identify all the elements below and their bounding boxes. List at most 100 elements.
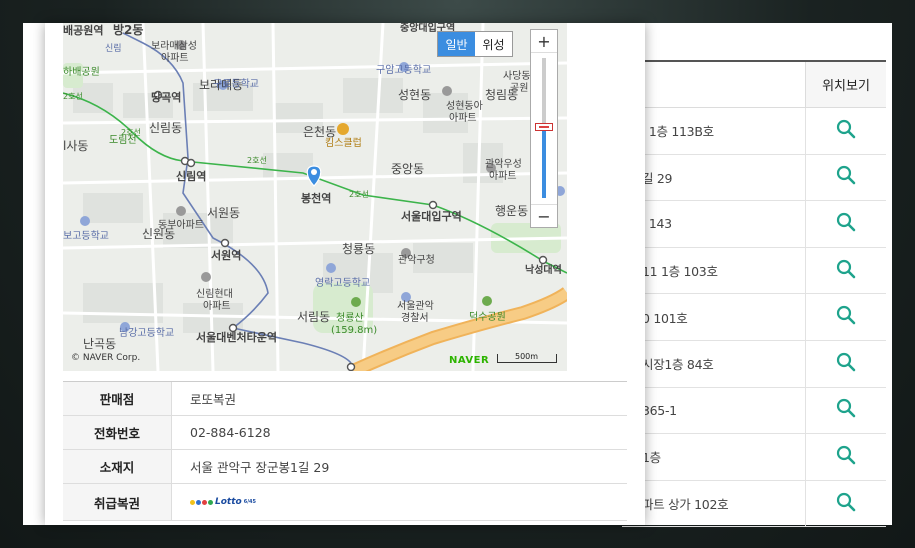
zoom-slider-handle[interactable] — [535, 123, 553, 131]
map-label: 킴스클럽 — [325, 137, 362, 149]
info-value: Lotto 6/45 — [172, 484, 627, 520]
map-label: 배공원역 — [63, 23, 103, 37]
map-type-normal-button[interactable]: 일반 — [438, 32, 475, 56]
map-label: 행운동 — [495, 203, 528, 218]
map-label: 2호선 — [121, 128, 141, 137]
zoom-control[interactable]: + − — [530, 29, 558, 228]
lotto-logo-sub: 6/45 — [243, 499, 256, 505]
map-label: (159.8m) — [331, 325, 377, 336]
map-type-satellite-button[interactable]: 위성 — [475, 32, 512, 56]
map-label: 당곡역 — [151, 90, 181, 104]
search-icon[interactable] — [836, 352, 856, 376]
address-cell: 11 1층 103호 — [642, 264, 718, 280]
search-icon[interactable] — [836, 212, 856, 236]
table-row: 0 101호 — [622, 294, 886, 341]
view-location-cell — [805, 154, 886, 201]
view-location-cell — [805, 108, 886, 154]
map-type-toggle[interactable]: 일반 위성 — [437, 31, 513, 57]
map-label: 하배공원 — [63, 65, 100, 78]
map-label: 신원동 — [142, 227, 175, 241]
map-label: 성현동아 — [446, 100, 483, 112]
address-cell: 0 101호 — [642, 310, 688, 326]
info-key: 취급복권 — [63, 484, 172, 520]
map-label: 청룡산 — [336, 312, 364, 324]
search-icon[interactable] — [836, 492, 856, 516]
map-label: 성현동 — [398, 88, 431, 102]
map-label: 신림역 — [176, 169, 206, 183]
address-cell: 파트 상가 102호 — [642, 497, 729, 513]
map-label: 봉천역 — [301, 191, 331, 205]
address-cell: 시장1층 84호 — [642, 357, 714, 373]
view-location-cell — [805, 387, 886, 434]
search-icon[interactable] — [836, 259, 856, 283]
info-row-store: 판매점 로또복권 — [63, 382, 627, 416]
map-label: 청림동 — [485, 88, 518, 102]
lotto-balls-icon — [190, 499, 213, 505]
table-row: 길 29 — [622, 154, 886, 202]
zoom-out-button[interactable]: − — [531, 205, 557, 227]
info-value: 02-884-6128 — [190, 425, 271, 440]
map-label: 난곡동 — [83, 337, 116, 351]
table-row: l 143 — [622, 201, 886, 248]
map-label: 아파트 — [161, 52, 189, 64]
search-icon[interactable] — [836, 165, 856, 189]
map-label: 2호선 — [349, 190, 369, 199]
table-header: 위치보기 — [622, 62, 886, 108]
map-label: 방2동 — [113, 23, 143, 37]
map-canvas: 배공원역 방2동 신림 보라매삼성 아파트 중앙대입구역 구암고등학교 사당동 … — [63, 23, 567, 371]
map-label: 아파트 — [449, 112, 477, 124]
search-icon[interactable] — [836, 398, 856, 422]
map-label: 보라매삼성 — [151, 40, 197, 52]
map-label: 중앙동 — [391, 162, 424, 176]
info-key: 전화번호 — [63, 416, 172, 449]
store-list-table: 위치보기 l 1층 113B호 길 29 l 143 11 1층 103호 0 101호… — [622, 60, 886, 528]
view-location-cell — [805, 294, 886, 340]
info-value: 로또복권 — [190, 392, 237, 407]
map-label: 2호선 — [63, 92, 83, 101]
lotto-logo: Lotto 6/45 — [190, 497, 256, 507]
map-label: 신림현대 — [196, 288, 233, 300]
table-row: l 1층 113B호 — [622, 108, 886, 155]
map-scale-label: 500m — [515, 352, 539, 361]
map-label: 청룡동 — [342, 242, 375, 256]
map-label: 서울대벤처타운역 — [196, 330, 277, 344]
divider — [531, 52, 557, 53]
map-label: 남강고등학교 — [119, 327, 174, 339]
table-row: 파트 상가 102호 — [622, 480, 886, 528]
info-key: 판매점 — [63, 382, 172, 415]
address-cell: l 143 — [642, 216, 672, 232]
map-label: 서울관악 — [397, 300, 434, 312]
table-row: 1층 — [622, 434, 886, 481]
map-label: 서림동 — [297, 310, 330, 324]
info-row-phone: 전화번호 02-884-6128 — [63, 416, 627, 450]
map-label: 영락고등학교 — [315, 277, 370, 289]
view-location-cell — [805, 434, 886, 480]
map-label: 은천동 — [303, 124, 336, 139]
lotto-logo-text: Lotto — [215, 497, 242, 507]
header-location: 위치보기 — [805, 62, 886, 107]
naver-logo: NAVER — [449, 355, 490, 366]
info-row-lottery-types: 취급복권 Lotto 6/45 — [63, 484, 627, 521]
map-label: 아파트 — [203, 300, 231, 312]
view-location-cell — [805, 247, 886, 294]
map-label: l사동 — [63, 139, 88, 153]
map-label: 관악구청 — [398, 254, 435, 266]
map-label: 서원역 — [211, 248, 241, 262]
search-icon[interactable] — [836, 445, 856, 469]
info-key: 소재지 — [63, 450, 172, 483]
header-address-cell — [622, 62, 805, 107]
store-map[interactable]: 배공원역 방2동 신림 보라매삼성 아파트 중앙대입구역 구암고등학교 사당동 … — [63, 23, 567, 371]
table-row: 11 1층 103호 — [622, 247, 886, 295]
map-copyright: © NAVER Corp. — [71, 353, 141, 363]
zoom-in-button[interactable]: + — [531, 30, 557, 52]
map-label: 덕수공원 — [469, 311, 506, 323]
map-label: 구암고등학교 — [376, 64, 431, 76]
map-label: 보고등학교 — [63, 230, 109, 242]
zoom-slider-fill — [542, 126, 546, 198]
map-label: 2호선 — [247, 156, 267, 165]
search-icon[interactable] — [836, 305, 856, 329]
search-icon[interactable] — [836, 119, 856, 143]
map-label: 관악우성 — [485, 158, 522, 170]
map-label: 서울대입구역 — [401, 209, 462, 223]
info-row-address: 소재지 서울 관악구 장군봉1길 29 — [63, 450, 627, 484]
